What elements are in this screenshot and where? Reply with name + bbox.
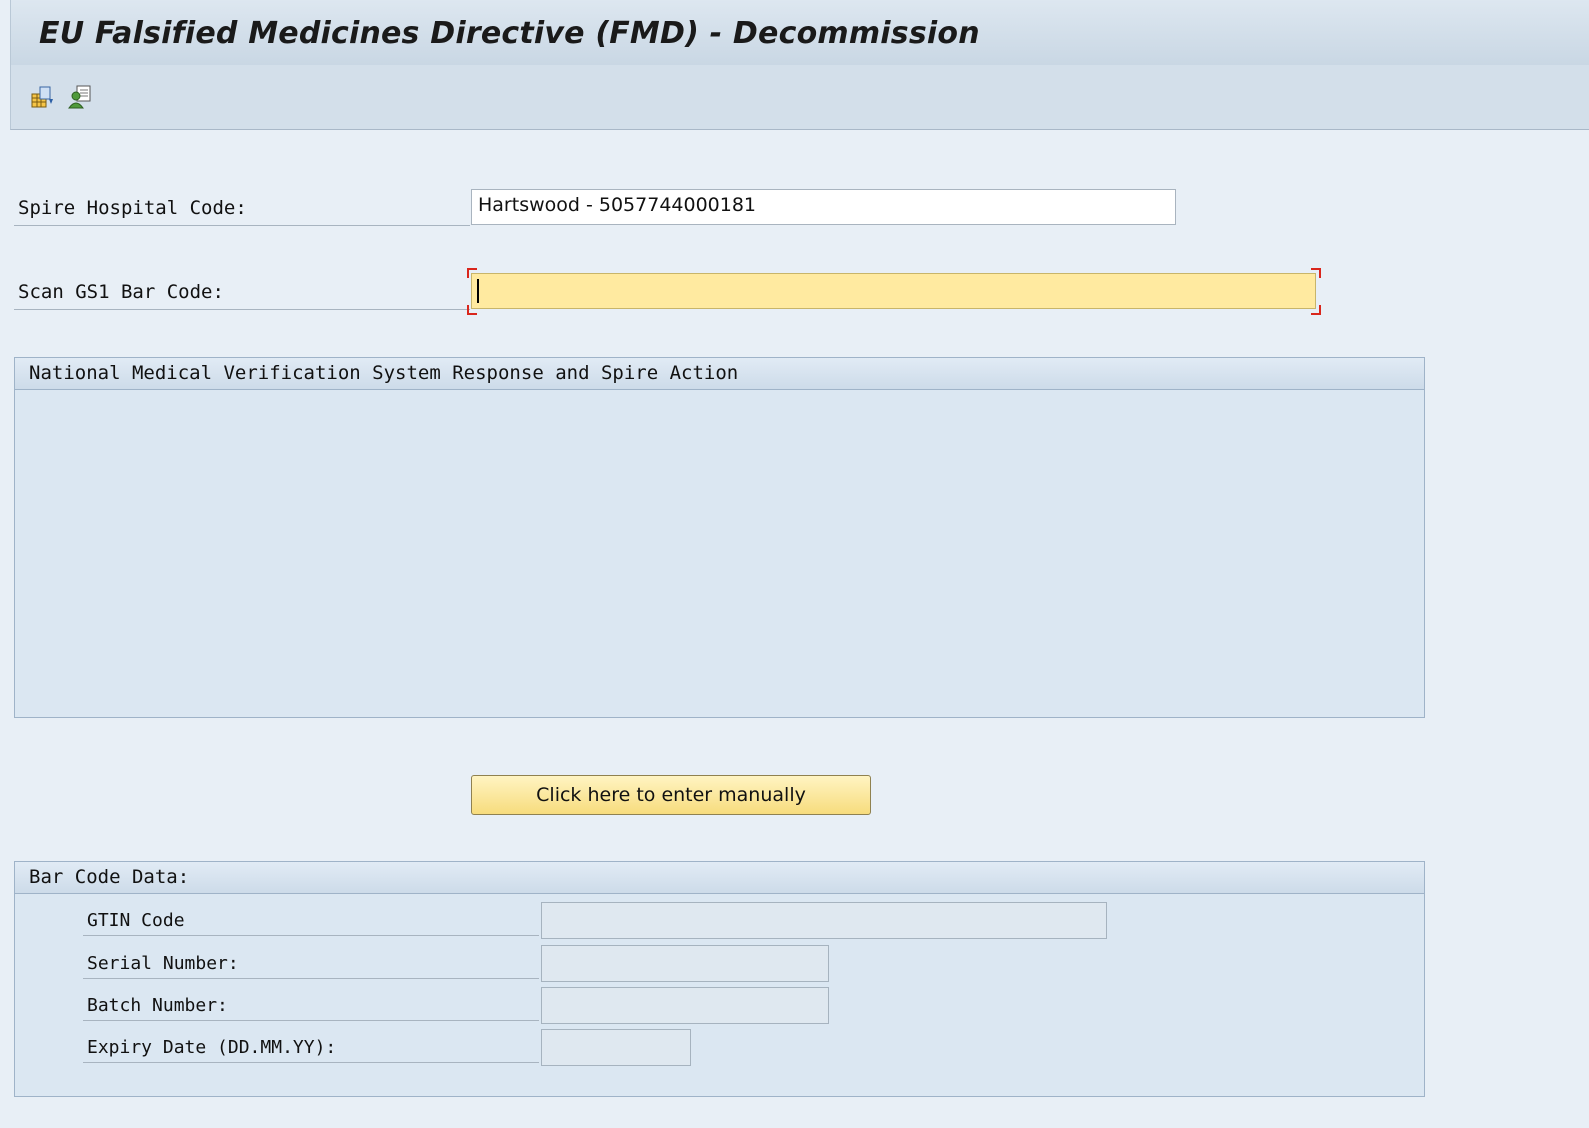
focus-corner-top-right	[1311, 268, 1321, 278]
gtin-label: GTIN Code	[83, 910, 539, 936]
barcode-data-title: Bar Code Data:	[15, 862, 1424, 894]
text-cursor	[477, 279, 479, 303]
application-toolbar	[10, 65, 1589, 130]
expiry-date-field[interactable]	[541, 1029, 691, 1066]
page-title: EU Falsified Medicines Directive (FMD) -…	[39, 16, 980, 51]
table-layout-icon[interactable]	[31, 85, 55, 109]
focus-corner-bottom-left	[467, 305, 477, 315]
scan-barcode-input[interactable]	[471, 273, 1316, 309]
hospital-code-field[interactable]: Hartswood - 5057744000181	[471, 189, 1176, 225]
batch-number-field[interactable]	[541, 987, 829, 1024]
response-group-title: National Medical Verification System Res…	[15, 358, 1424, 390]
scan-barcode-label: Scan GS1 Bar Code:	[14, 281, 470, 310]
response-group: National Medical Verification System Res…	[14, 357, 1425, 718]
hospital-code-label: Spire Hospital Code:	[14, 197, 470, 226]
focus-corner-bottom-right	[1311, 305, 1321, 315]
title-bar: EU Falsified Medicines Directive (FMD) -…	[10, 0, 1589, 65]
serial-number-field[interactable]	[541, 945, 829, 982]
expiry-date-label: Expiry Date (DD.MM.YY):	[83, 1037, 539, 1063]
focus-corner-top-left	[467, 268, 477, 278]
serial-number-label: Serial Number:	[83, 953, 539, 979]
enter-manually-button[interactable]: Click here to enter manually	[471, 775, 871, 815]
batch-number-label: Batch Number:	[83, 995, 539, 1021]
gtin-field[interactable]	[541, 902, 1107, 939]
user-settings-icon[interactable]	[68, 85, 92, 109]
